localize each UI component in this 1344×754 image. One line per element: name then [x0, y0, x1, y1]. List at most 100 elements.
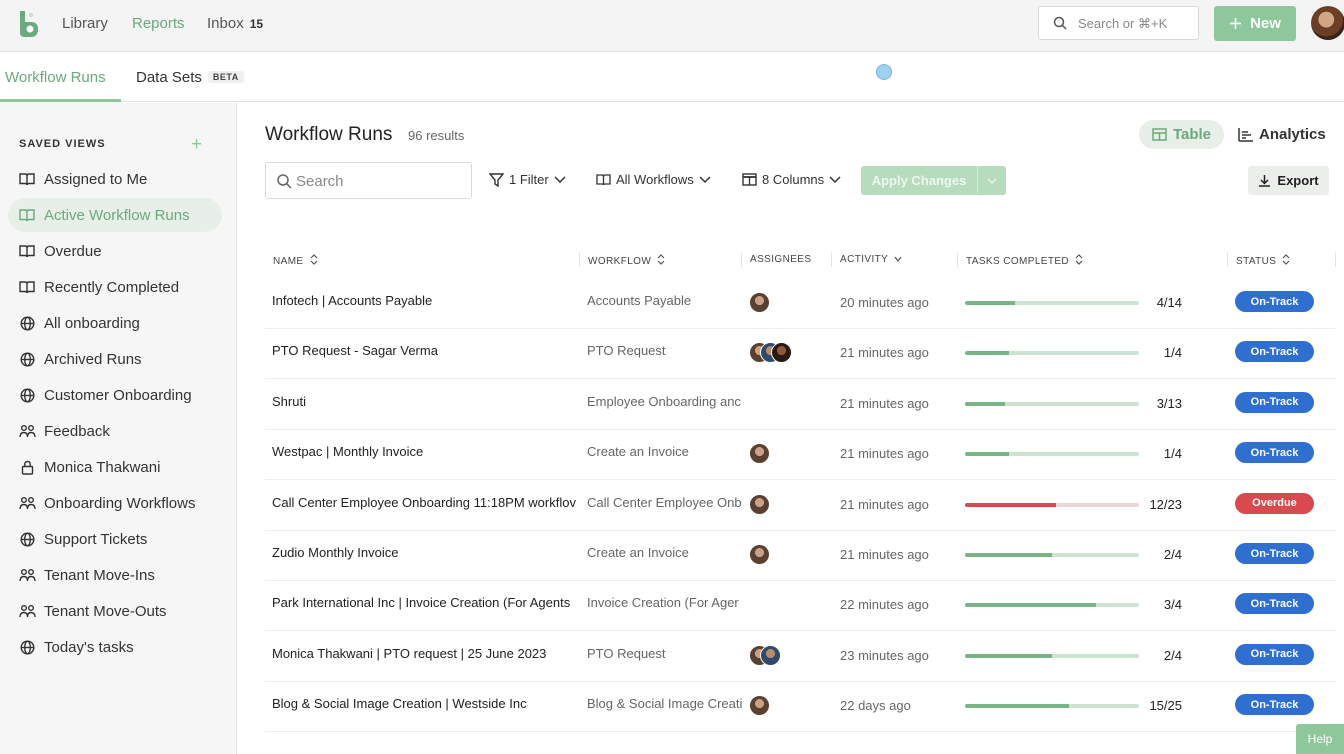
columns-dropdown[interactable]: 8 Columns: [742, 172, 841, 187]
table-row[interactable]: Park International Inc | Invoice Creatio…: [265, 581, 1336, 632]
run-workflow[interactable]: PTO Request: [587, 646, 743, 661]
runs-search-placeholder: Search: [296, 173, 344, 190]
run-name[interactable]: Zudio Monthly Invoice: [272, 545, 580, 560]
sidebar-item-active-workflow-runs[interactable]: Active Workflow Runs: [8, 198, 222, 232]
tasks-progress-bar: [965, 351, 1139, 356]
table-row[interactable]: Infotech | Accounts Payable Accounts Pay…: [265, 279, 1336, 329]
sidebar-item-customer-onboarding[interactable]: Customer Onboarding: [8, 378, 222, 412]
sidebar-item-archived-runs[interactable]: Archived Runs: [8, 342, 222, 376]
column-header-tasks-completed[interactable]: TASKS COMPLETED: [966, 254, 1083, 268]
tab-data-sets-label[interactable]: Data Sets: [136, 69, 202, 86]
sidebar-item-label: Tenant Move-Outs: [44, 602, 167, 620]
sort-icon[interactable]: [1282, 254, 1290, 268]
column-separator[interactable]: [1335, 252, 1336, 267]
run-name[interactable]: Blog & Social Image Creation | Westside …: [272, 696, 580, 711]
column-header-activity[interactable]: ACTIVITY: [840, 254, 902, 265]
run-name[interactable]: Monica Thakwani | PTO request | 25 June …: [272, 646, 580, 661]
sort-icon[interactable]: [657, 254, 665, 268]
assignee-avatar[interactable]: [749, 493, 770, 515]
sidebar-item-tenant-move-outs[interactable]: Tenant Move-Outs: [8, 594, 222, 628]
run-name[interactable]: Park International Inc | Invoice Creatio…: [272, 595, 580, 610]
column-separator[interactable]: [579, 252, 580, 267]
apply-changes-button[interactable]: Apply Changes: [861, 166, 1006, 195]
run-workflow[interactable]: Invoice Creation (For Ager: [587, 595, 743, 610]
run-workflow[interactable]: Blog & Social Image Creati: [587, 696, 743, 711]
sidebar-item-assigned-to-me[interactable]: Assigned to Me: [8, 162, 222, 196]
sidebar-item-feedback[interactable]: Feedback: [8, 414, 222, 448]
user-avatar[interactable]: [1311, 6, 1344, 40]
sidebar-item-label: Monica Thakwani: [44, 458, 161, 476]
column-header-workflow[interactable]: WORKFLOW: [588, 254, 665, 268]
sidebar-item-recently-completed[interactable]: Recently Completed: [8, 270, 222, 304]
tasks-count: 3/4: [1163, 597, 1182, 613]
table-row[interactable]: PTO Request - Sagar Verma PTO Request 21…: [265, 329, 1336, 380]
sidebar-item-all-onboarding[interactable]: All onboarding: [8, 306, 222, 340]
column-separator[interactable]: [741, 252, 742, 267]
column-separator[interactable]: [831, 252, 832, 267]
table-view-button[interactable]: Table: [1139, 120, 1224, 149]
add-view-icon[interactable]: +: [191, 134, 202, 156]
assignee-avatar[interactable]: [749, 292, 770, 313]
assignee-avatar[interactable]: [749, 695, 770, 717]
export-button[interactable]: Export: [1248, 166, 1329, 195]
column-separator[interactable]: [1227, 252, 1228, 267]
run-name[interactable]: Call Center Employee Onboarding 11:18PM …: [272, 495, 580, 510]
filter-button[interactable]: 1 Filter: [489, 172, 566, 187]
help-button[interactable]: Help: [1296, 724, 1344, 754]
runs-search-input[interactable]: Search: [265, 162, 472, 199]
nav-inbox[interactable]: Inbox 15: [207, 15, 263, 32]
column-separator[interactable]: [957, 252, 958, 267]
run-workflow[interactable]: PTO Request: [587, 343, 743, 358]
status-badge: On-Track: [1235, 442, 1314, 464]
sort-icon[interactable]: [310, 254, 318, 268]
tab-data-sets[interactable]: Data Sets BETA: [136, 69, 244, 86]
sidebar-item-support-tickets[interactable]: Support Tickets: [8, 522, 222, 556]
tasks-progress-fill: [965, 452, 1009, 457]
sidebar-item-monica-thakwani[interactable]: Monica Thakwani: [8, 450, 222, 484]
run-name[interactable]: Shruti: [272, 394, 580, 409]
sidebar-item-overdue[interactable]: Overdue: [8, 234, 222, 268]
search-icon: [1053, 16, 1067, 30]
sort-icon[interactable]: [1075, 254, 1083, 268]
column-header-assignees[interactable]: ASSIGNEES: [750, 254, 811, 265]
run-workflow[interactable]: Create an Invoice: [587, 545, 743, 560]
sort-desc-icon[interactable]: [894, 254, 902, 265]
cursor-indicator: [876, 64, 892, 80]
run-name[interactable]: PTO Request - Sagar Verma: [272, 343, 580, 358]
table-row[interactable]: Westpac | Monthly Invoice Create an Invo…: [265, 430, 1336, 481]
sidebar-item-onboarding-workflows[interactable]: Onboarding Workflows: [8, 486, 222, 520]
nav-library[interactable]: Library: [62, 15, 108, 32]
assignee-avatar[interactable]: [760, 644, 781, 666]
assignee-avatar[interactable]: [749, 544, 770, 565]
column-header-status[interactable]: STATUS: [1236, 254, 1290, 268]
workflows-dropdown[interactable]: All Workflows: [596, 172, 711, 187]
run-workflow[interactable]: Call Center Employee Onb: [587, 495, 743, 510]
chevron-down-icon: [699, 175, 711, 183]
run-name[interactable]: Infotech | Accounts Payable: [272, 293, 580, 308]
tab-workflow-runs[interactable]: Workflow Runs: [5, 69, 106, 86]
sidebar-item-today-s-tasks[interactable]: Today's tasks: [8, 630, 222, 664]
sidebar-item-tenant-move-ins[interactable]: Tenant Move-Ins: [8, 558, 222, 592]
column-header-name[interactable]: NAME: [273, 254, 318, 268]
new-button[interactable]: New: [1214, 6, 1296, 41]
analytics-view-button[interactable]: Analytics: [1238, 126, 1326, 143]
run-activity: 22 days ago: [840, 698, 911, 714]
run-workflow[interactable]: Create an Invoice: [587, 444, 743, 459]
table-row[interactable]: Call Center Employee Onboarding 11:18PM …: [265, 481, 1336, 531]
users-icon: [18, 422, 36, 440]
nav-inbox-label[interactable]: Inbox: [207, 15, 244, 32]
app-logo-icon[interactable]: [14, 9, 42, 39]
nav-reports[interactable]: Reports: [132, 15, 185, 32]
table-row[interactable]: Zudio Monthly Invoice Create an Invoice …: [265, 531, 1336, 581]
tasks-progress-bar: [965, 704, 1139, 709]
run-workflow[interactable]: Accounts Payable: [587, 293, 743, 308]
run-workflow[interactable]: Employee Onboarding anc: [587, 394, 743, 409]
table-row[interactable]: Shruti Employee Onboarding anc 21 minute…: [265, 380, 1336, 430]
apply-changes-dropdown[interactable]: [977, 166, 1006, 195]
run-name[interactable]: Westpac | Monthly Invoice: [272, 444, 580, 459]
assignee-avatar[interactable]: [771, 342, 792, 364]
assignee-avatar[interactable]: [749, 443, 770, 465]
table-row[interactable]: Blog & Social Image Creation | Westside …: [265, 682, 1336, 733]
global-search-input[interactable]: Search or ⌘+K: [1038, 6, 1199, 40]
table-row[interactable]: Monica Thakwani | PTO request | 25 June …: [265, 632, 1336, 682]
